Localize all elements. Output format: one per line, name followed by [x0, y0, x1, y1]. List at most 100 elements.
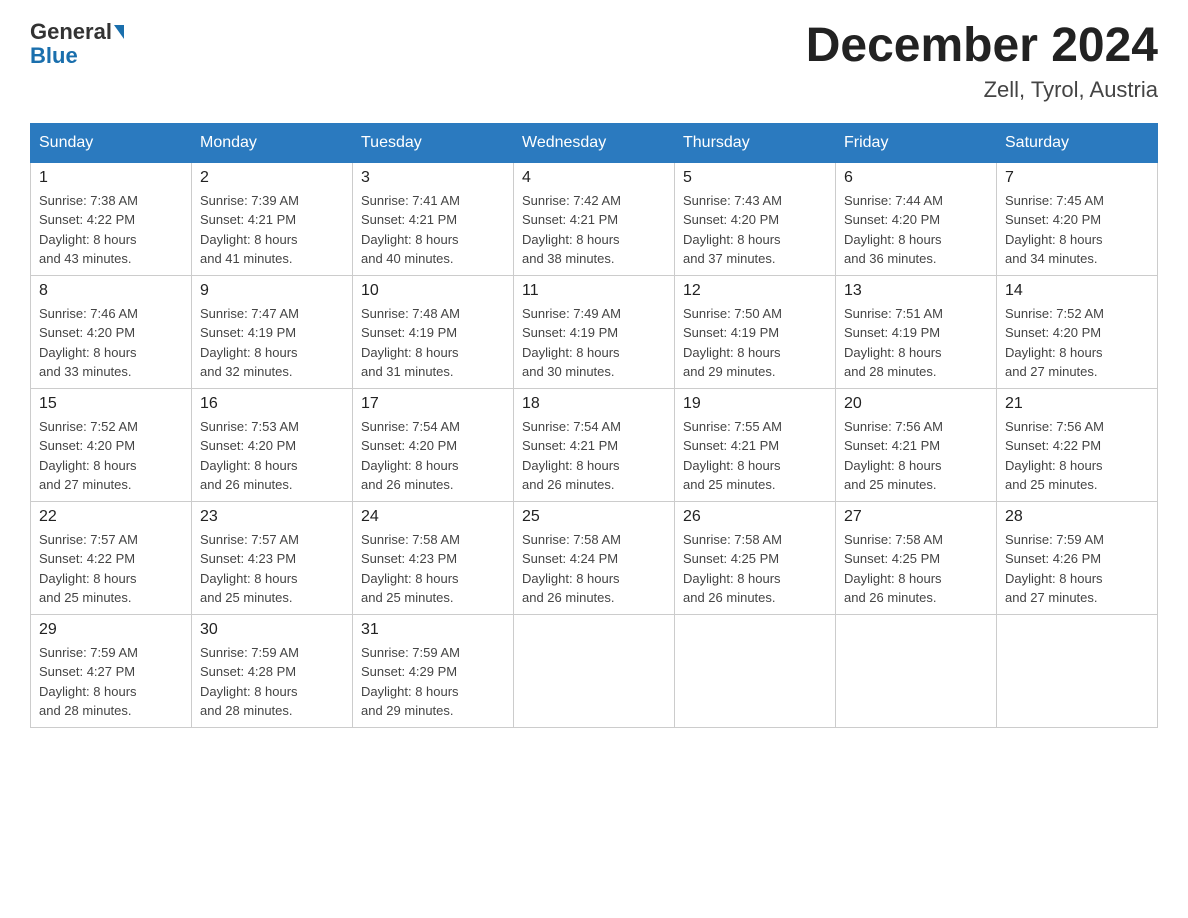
day-info: Sunrise: 7:42 AM Sunset: 4:21 PM Dayligh… — [522, 193, 621, 267]
day-info: Sunrise: 7:49 AM Sunset: 4:19 PM Dayligh… — [522, 306, 621, 380]
calendar-week-row: 15 Sunrise: 7:52 AM Sunset: 4:20 PM Dayl… — [31, 388, 1158, 501]
day-info: Sunrise: 7:44 AM Sunset: 4:20 PM Dayligh… — [844, 193, 943, 267]
day-number: 17 — [361, 395, 505, 413]
table-row: 14 Sunrise: 7:52 AM Sunset: 4:20 PM Dayl… — [997, 275, 1158, 388]
col-sunday: Sunday — [31, 123, 192, 162]
day-number: 12 — [683, 282, 827, 300]
day-info: Sunrise: 7:52 AM Sunset: 4:20 PM Dayligh… — [1005, 306, 1104, 380]
table-row — [997, 614, 1158, 727]
day-info: Sunrise: 7:52 AM Sunset: 4:20 PM Dayligh… — [39, 419, 138, 493]
table-row — [836, 614, 997, 727]
day-number: 22 — [39, 508, 183, 526]
day-number: 25 — [522, 508, 666, 526]
day-info: Sunrise: 7:48 AM Sunset: 4:19 PM Dayligh… — [361, 306, 460, 380]
day-number: 16 — [200, 395, 344, 413]
day-info: Sunrise: 7:57 AM Sunset: 4:23 PM Dayligh… — [200, 532, 299, 606]
table-row: 19 Sunrise: 7:55 AM Sunset: 4:21 PM Dayl… — [675, 388, 836, 501]
table-row: 20 Sunrise: 7:56 AM Sunset: 4:21 PM Dayl… — [836, 388, 997, 501]
day-number: 8 — [39, 282, 183, 300]
day-number: 29 — [39, 621, 183, 639]
table-row: 13 Sunrise: 7:51 AM Sunset: 4:19 PM Dayl… — [836, 275, 997, 388]
day-number: 6 — [844, 169, 988, 187]
day-number: 19 — [683, 395, 827, 413]
day-number: 5 — [683, 169, 827, 187]
day-info: Sunrise: 7:57 AM Sunset: 4:22 PM Dayligh… — [39, 532, 138, 606]
calendar-week-row: 29 Sunrise: 7:59 AM Sunset: 4:27 PM Dayl… — [31, 614, 1158, 727]
day-info: Sunrise: 7:58 AM Sunset: 4:25 PM Dayligh… — [844, 532, 943, 606]
day-info: Sunrise: 7:47 AM Sunset: 4:19 PM Dayligh… — [200, 306, 299, 380]
table-row: 28 Sunrise: 7:59 AM Sunset: 4:26 PM Dayl… — [997, 501, 1158, 614]
day-number: 13 — [844, 282, 988, 300]
table-row: 30 Sunrise: 7:59 AM Sunset: 4:28 PM Dayl… — [192, 614, 353, 727]
day-number: 3 — [361, 169, 505, 187]
day-info: Sunrise: 7:54 AM Sunset: 4:20 PM Dayligh… — [361, 419, 460, 493]
table-row: 16 Sunrise: 7:53 AM Sunset: 4:20 PM Dayl… — [192, 388, 353, 501]
day-number: 27 — [844, 508, 988, 526]
table-row: 6 Sunrise: 7:44 AM Sunset: 4:20 PM Dayli… — [836, 162, 997, 275]
day-number: 21 — [1005, 395, 1149, 413]
table-row: 9 Sunrise: 7:47 AM Sunset: 4:19 PM Dayli… — [192, 275, 353, 388]
day-number: 11 — [522, 282, 666, 300]
table-row: 22 Sunrise: 7:57 AM Sunset: 4:22 PM Dayl… — [31, 501, 192, 614]
day-info: Sunrise: 7:59 AM Sunset: 4:26 PM Dayligh… — [1005, 532, 1104, 606]
logo-general-text: General — [30, 20, 112, 44]
day-number: 14 — [1005, 282, 1149, 300]
table-row: 18 Sunrise: 7:54 AM Sunset: 4:21 PM Dayl… — [514, 388, 675, 501]
day-info: Sunrise: 7:43 AM Sunset: 4:20 PM Dayligh… — [683, 193, 782, 267]
day-info: Sunrise: 7:58 AM Sunset: 4:23 PM Dayligh… — [361, 532, 460, 606]
col-thursday: Thursday — [675, 123, 836, 162]
day-info: Sunrise: 7:59 AM Sunset: 4:29 PM Dayligh… — [361, 645, 460, 719]
day-number: 1 — [39, 169, 183, 187]
calendar-table: Sunday Monday Tuesday Wednesday Thursday… — [30, 123, 1158, 728]
day-info: Sunrise: 7:59 AM Sunset: 4:27 PM Dayligh… — [39, 645, 138, 719]
day-number: 23 — [200, 508, 344, 526]
day-number: 24 — [361, 508, 505, 526]
logo-blue-text: Blue — [30, 44, 78, 68]
day-number: 28 — [1005, 508, 1149, 526]
day-info: Sunrise: 7:59 AM Sunset: 4:28 PM Dayligh… — [200, 645, 299, 719]
table-row: 7 Sunrise: 7:45 AM Sunset: 4:20 PM Dayli… — [997, 162, 1158, 275]
day-info: Sunrise: 7:45 AM Sunset: 4:20 PM Dayligh… — [1005, 193, 1104, 267]
day-info: Sunrise: 7:55 AM Sunset: 4:21 PM Dayligh… — [683, 419, 782, 493]
table-row: 26 Sunrise: 7:58 AM Sunset: 4:25 PM Dayl… — [675, 501, 836, 614]
table-row: 11 Sunrise: 7:49 AM Sunset: 4:19 PM Dayl… — [514, 275, 675, 388]
logo: General Blue — [30, 20, 124, 68]
table-row: 25 Sunrise: 7:58 AM Sunset: 4:24 PM Dayl… — [514, 501, 675, 614]
page-header: General Blue December 2024 Zell, Tyrol, … — [30, 20, 1158, 103]
table-row: 24 Sunrise: 7:58 AM Sunset: 4:23 PM Dayl… — [353, 501, 514, 614]
col-monday: Monday — [192, 123, 353, 162]
table-row: 15 Sunrise: 7:52 AM Sunset: 4:20 PM Dayl… — [31, 388, 192, 501]
logo-triangle-icon — [114, 25, 124, 39]
table-row: 21 Sunrise: 7:56 AM Sunset: 4:22 PM Dayl… — [997, 388, 1158, 501]
table-row: 29 Sunrise: 7:59 AM Sunset: 4:27 PM Dayl… — [31, 614, 192, 727]
table-row: 23 Sunrise: 7:57 AM Sunset: 4:23 PM Dayl… — [192, 501, 353, 614]
day-info: Sunrise: 7:38 AM Sunset: 4:22 PM Dayligh… — [39, 193, 138, 267]
day-number: 26 — [683, 508, 827, 526]
table-row: 27 Sunrise: 7:58 AM Sunset: 4:25 PM Dayl… — [836, 501, 997, 614]
col-saturday: Saturday — [997, 123, 1158, 162]
table-row — [675, 614, 836, 727]
day-number: 4 — [522, 169, 666, 187]
col-friday: Friday — [836, 123, 997, 162]
day-number: 10 — [361, 282, 505, 300]
day-number: 31 — [361, 621, 505, 639]
calendar-subtitle: Zell, Tyrol, Austria — [806, 77, 1158, 103]
table-row: 5 Sunrise: 7:43 AM Sunset: 4:20 PM Dayli… — [675, 162, 836, 275]
table-row — [514, 614, 675, 727]
day-info: Sunrise: 7:41 AM Sunset: 4:21 PM Dayligh… — [361, 193, 460, 267]
day-number: 20 — [844, 395, 988, 413]
table-row: 2 Sunrise: 7:39 AM Sunset: 4:21 PM Dayli… — [192, 162, 353, 275]
calendar-week-row: 22 Sunrise: 7:57 AM Sunset: 4:22 PM Dayl… — [31, 501, 1158, 614]
calendar-week-row: 8 Sunrise: 7:46 AM Sunset: 4:20 PM Dayli… — [31, 275, 1158, 388]
day-number: 18 — [522, 395, 666, 413]
table-row: 10 Sunrise: 7:48 AM Sunset: 4:19 PM Dayl… — [353, 275, 514, 388]
table-row: 12 Sunrise: 7:50 AM Sunset: 4:19 PM Dayl… — [675, 275, 836, 388]
day-info: Sunrise: 7:50 AM Sunset: 4:19 PM Dayligh… — [683, 306, 782, 380]
day-info: Sunrise: 7:56 AM Sunset: 4:21 PM Dayligh… — [844, 419, 943, 493]
day-number: 7 — [1005, 169, 1149, 187]
table-row: 1 Sunrise: 7:38 AM Sunset: 4:22 PM Dayli… — [31, 162, 192, 275]
day-info: Sunrise: 7:46 AM Sunset: 4:20 PM Dayligh… — [39, 306, 138, 380]
day-info: Sunrise: 7:58 AM Sunset: 4:24 PM Dayligh… — [522, 532, 621, 606]
day-info: Sunrise: 7:53 AM Sunset: 4:20 PM Dayligh… — [200, 419, 299, 493]
day-number: 9 — [200, 282, 344, 300]
